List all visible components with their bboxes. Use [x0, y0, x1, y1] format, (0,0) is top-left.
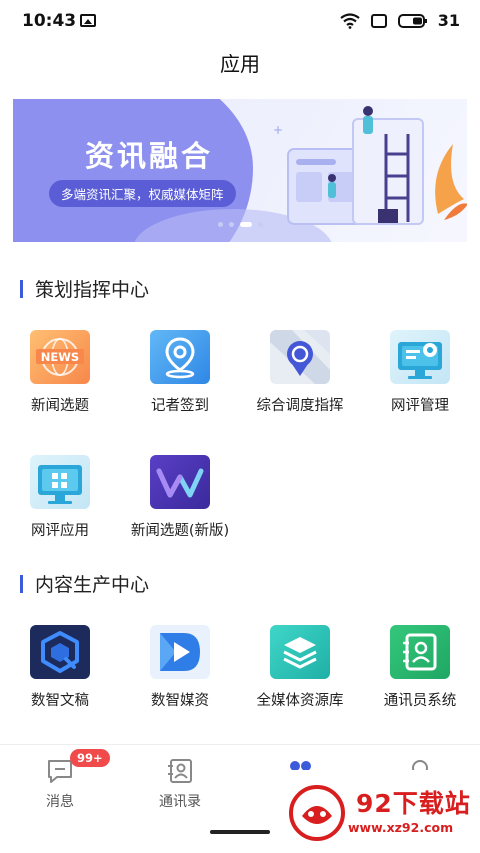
monitor-settings-icon	[390, 330, 450, 384]
watermark-name: 92下载站	[356, 789, 471, 818]
carousel-dot[interactable]	[218, 222, 223, 227]
app-tile-news-topic-new[interactable]: 新闻选题(新版)	[120, 455, 240, 555]
location-pin-icon	[150, 330, 210, 384]
app-tile-label: 数智文稿	[31, 693, 89, 709]
app-tile-label: 综合调度指挥	[256, 398, 344, 414]
app-tile-news-topic[interactable]: NEWS 新闻选题	[0, 330, 120, 430]
nav-item-contacts[interactable]: 通讯录	[120, 751, 240, 811]
watermark-logo-icon	[289, 785, 345, 841]
nav-label: 消息	[46, 794, 74, 810]
app-tile-label: 网评管理	[391, 398, 449, 414]
carousel-dot[interactable]	[229, 222, 234, 227]
play-media-icon	[150, 625, 210, 679]
status-indicators: 31	[340, 11, 460, 30]
banner-illustration: +	[273, 106, 467, 225]
app-tile-label: 记者签到	[151, 398, 209, 414]
svg-text:+: +	[273, 123, 283, 137]
carousel-dot-active[interactable]	[240, 222, 252, 227]
app-tile-review-management[interactable]: 网评管理	[360, 330, 480, 430]
battery-icon	[397, 13, 427, 28]
battery-level: 31	[437, 11, 460, 30]
cube-doc-icon	[30, 625, 90, 679]
banner-subtitle: 多端资讯汇聚，权威媒体矩阵	[49, 180, 236, 207]
app-tile-smart-media[interactable]: 数智媒资	[120, 625, 240, 725]
contact-book-icon	[390, 625, 450, 679]
banner-title: 资讯融合	[85, 139, 214, 173]
unread-badge: 99+	[70, 749, 110, 767]
home-indicator[interactable]	[210, 830, 270, 834]
screen-cast-icon	[370, 13, 387, 28]
map-dispatch-icon	[270, 330, 330, 384]
app-tile-smart-manuscript[interactable]: 数智文稿	[0, 625, 120, 725]
watermark-url: www.xz92.com	[348, 820, 454, 835]
app-tile-label: 数智媒资	[151, 693, 209, 709]
nav-item-messages[interactable]: 99+ 消息	[0, 749, 120, 811]
layers-icon	[270, 625, 330, 679]
svg-text:NEWS: NEWS	[41, 350, 79, 364]
app-tile-label: 新闻选题	[31, 398, 89, 414]
site-watermark: 92下载站 www.xz92.com	[268, 770, 480, 853]
section-title-planning: 策划指挥中心	[20, 275, 149, 302]
app-tile-review-app[interactable]: 网评应用	[0, 455, 120, 555]
app-tile-dispatch[interactable]: 综合调度指挥	[240, 330, 360, 430]
app-tile-label: 新闻选题(新版)	[130, 523, 230, 539]
app-tile-label: 全媒体资源库	[256, 693, 344, 709]
carousel-dot[interactable]	[258, 222, 263, 227]
monitor-app-icon	[30, 455, 90, 509]
news-icon: NEWS	[30, 330, 90, 384]
banner-carousel-dots[interactable]	[218, 222, 263, 227]
nav-label: 通讯录	[159, 794, 201, 810]
w-logo-icon	[150, 455, 210, 509]
status-bar: 10:43 31	[0, 0, 480, 44]
page-title: 应用	[220, 52, 260, 76]
app-tile-label: 网评应用	[31, 523, 89, 539]
app-tile-media-library[interactable]: 全媒体资源库	[240, 625, 360, 725]
image-notification-icon	[80, 14, 96, 27]
wifi-icon	[340, 12, 360, 29]
app-tile-correspondent-system[interactable]: 通讯员系统	[360, 625, 480, 725]
contacts-icon	[168, 759, 192, 783]
status-time: 10:43	[22, 11, 77, 31]
app-tile-label: 通讯员系统	[383, 693, 457, 709]
app-tile-reporter-checkin[interactable]: 记者签到	[120, 330, 240, 430]
section-title-production: 内容生产中心	[20, 570, 149, 597]
promo-banner[interactable]: 资讯融合 多端资讯汇聚，权威媒体矩阵 +	[13, 99, 467, 242]
